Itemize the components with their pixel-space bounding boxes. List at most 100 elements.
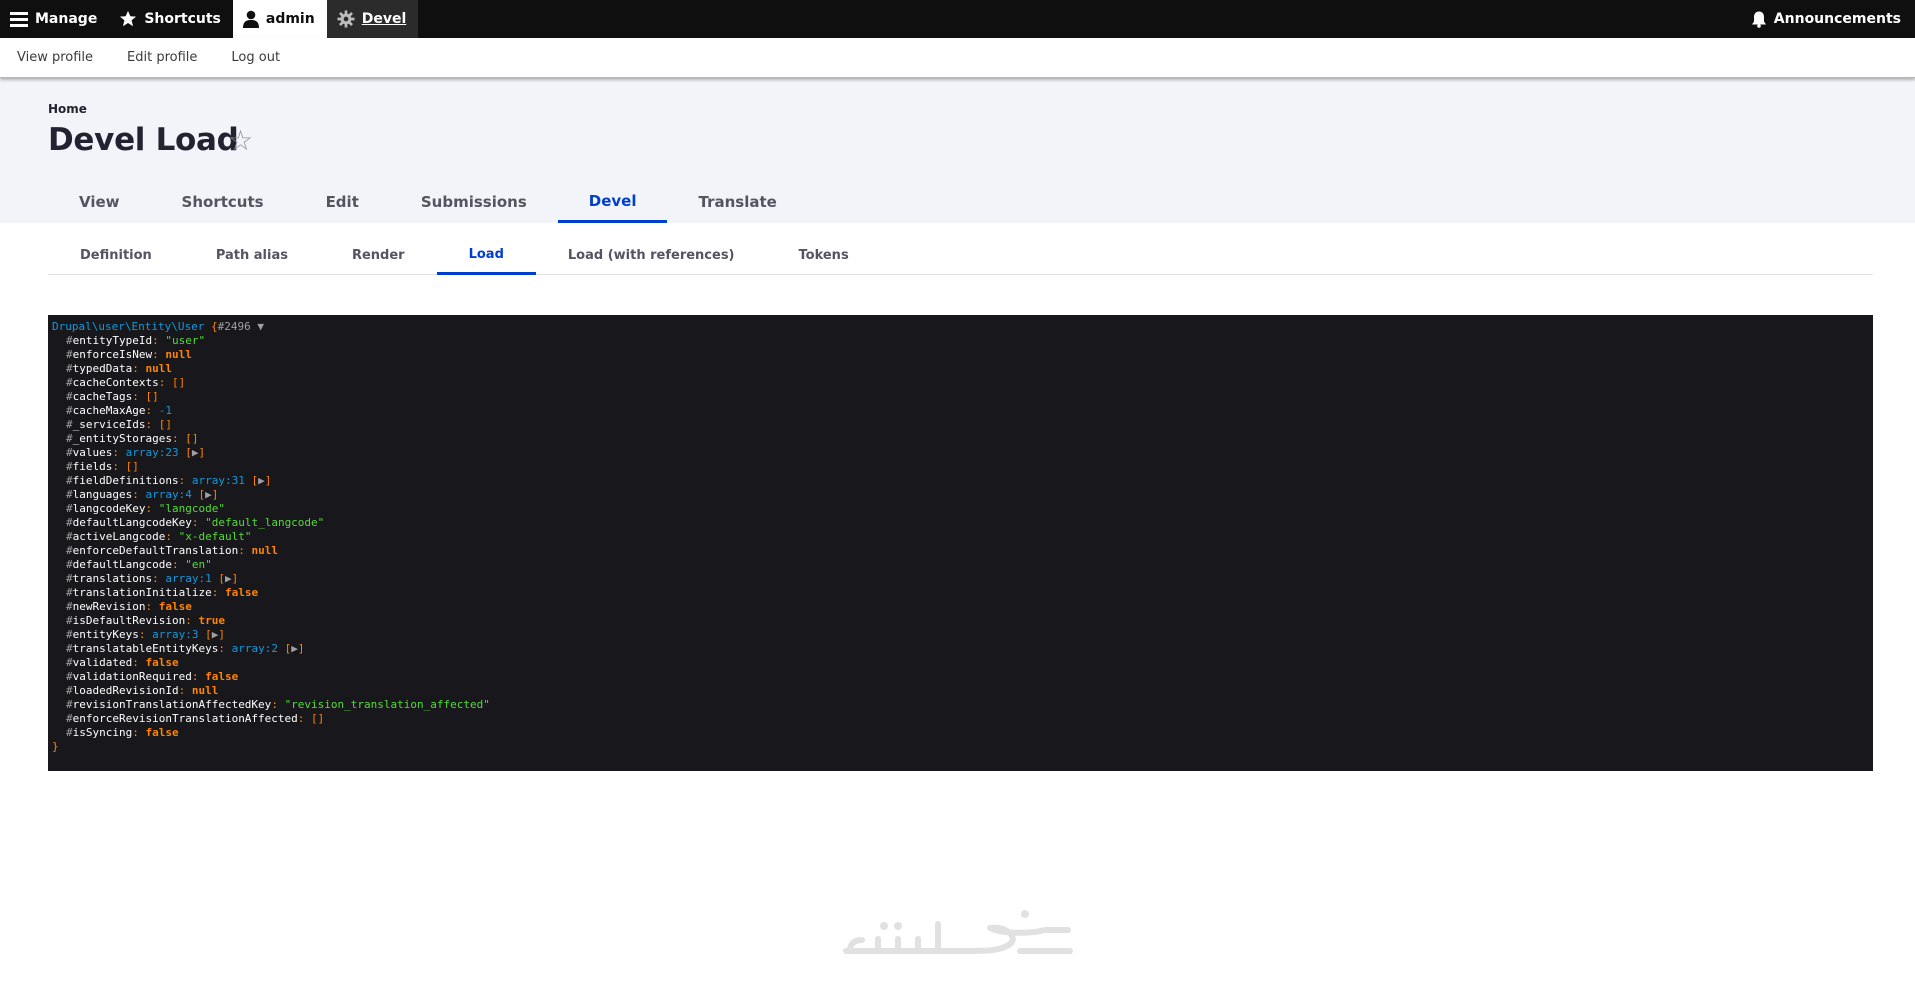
dump-property-value[interactable]: array:1: [165, 572, 211, 585]
dump-protected-marker: #: [66, 726, 73, 739]
dump-property-row: #translations: array:1 [▶]: [52, 572, 1869, 586]
dump-colon: :: [191, 516, 206, 529]
dump-property-key: entityTypeId: [72, 334, 153, 347]
subtab-render[interactable]: Render: [320, 236, 437, 275]
dump-property-key: validated: [72, 656, 133, 669]
dump-property-value[interactable]: array:2: [232, 642, 278, 655]
expand-toggle-icon[interactable]: [▶]: [218, 572, 238, 585]
dump-colon: :: [112, 446, 126, 459]
dump-property-value: false: [145, 656, 179, 669]
dump-property-value: []: [185, 432, 199, 445]
dump-property-value[interactable]: array:4: [145, 488, 191, 501]
dump-property-value: -1: [158, 404, 172, 417]
dump-property-value: []: [125, 460, 139, 473]
dump-property-value: "user": [165, 334, 206, 347]
toolbar-announcements[interactable]: Announcements: [1741, 0, 1915, 38]
dump-protected-marker: #: [66, 572, 73, 585]
dump-property-key: loadedRevisionId: [72, 684, 179, 697]
dump-property-key: newRevision: [72, 600, 146, 613]
log-out-link[interactable]: Log out: [231, 50, 280, 65]
dump-property-row: #isSyncing: false: [52, 726, 1869, 740]
dump-property-value: false: [205, 670, 239, 683]
dump-property-key: translatableEntityKeys: [72, 642, 219, 655]
shortcut-star-icon[interactable]: ☆: [228, 127, 253, 155]
subtab-load[interactable]: Load: [436, 236, 536, 275]
expand-toggle-icon[interactable]: [▶]: [251, 474, 271, 487]
subtab-path-alias[interactable]: Path alias: [184, 236, 320, 275]
expand-toggle-icon[interactable]: [▶]: [185, 446, 205, 459]
dump-property-row: #entityTypeId: "user": [52, 334, 1869, 348]
khamsat-watermark-logo: خمسات: [843, 910, 1073, 963]
subtab-load-with-references[interactable]: Load (with references): [536, 236, 767, 275]
var-dump-output: Drupal\user\Entity\User {#2496 ▼ #entity…: [48, 315, 1873, 771]
toolbar-user[interactable]: admin: [232, 0, 327, 38]
dump-protected-marker: #: [66, 698, 73, 711]
dump-colon: :: [132, 362, 146, 375]
dump-colon: :: [171, 432, 186, 445]
dump-property-key: defaultLangcodeKey: [72, 516, 192, 529]
dump-colon: :: [145, 404, 159, 417]
dump-colon: :: [132, 390, 146, 403]
toolbar-manage[interactable]: Manage: [0, 0, 109, 38]
dump-property-row: #fieldDefinitions: array:31 [▶]: [52, 474, 1869, 488]
dump-property-value: null: [165, 348, 192, 361]
dump-property-value: []: [311, 712, 325, 725]
toolbar-shortcuts-label: Shortcuts: [144, 11, 221, 27]
dump-property-row: #cacheContexts: []: [52, 376, 1869, 390]
dump-protected-marker: #: [66, 376, 73, 389]
dump-property-key: enforceIsNew: [72, 348, 153, 361]
dump-property-key: translationInitialize: [72, 586, 212, 599]
edit-profile-link[interactable]: Edit profile: [127, 50, 197, 65]
dump-property-key: _serviceIds: [72, 418, 146, 431]
dump-class-name[interactable]: Drupal\user\Entity\User: [52, 320, 204, 333]
dump-property-row: #langcodeKey: "langcode": [52, 502, 1869, 516]
dump-property-value[interactable]: array:31: [192, 474, 245, 487]
tab-translate[interactable]: Translate: [667, 181, 807, 223]
collapse-toggle-icon[interactable]: ▼: [257, 320, 264, 333]
dump-property-value[interactable]: array:23: [126, 446, 179, 459]
dump-protected-marker: #: [66, 712, 73, 725]
toolbar-shortcuts[interactable]: Shortcuts: [109, 0, 233, 38]
dump-colon: :: [191, 670, 206, 683]
toolbar-devel[interactable]: Devel: [326, 0, 419, 38]
expand-toggle-icon[interactable]: [▶]: [198, 488, 218, 501]
dump-property-row: #isDefaultRevision: true: [52, 614, 1869, 628]
dump-colon: :: [165, 530, 179, 543]
dump-property-value[interactable]: array:3: [152, 628, 198, 641]
subtab-definition[interactable]: Definition: [48, 236, 184, 275]
tab-submissions[interactable]: Submissions: [390, 181, 558, 223]
tab-view[interactable]: View: [48, 181, 151, 223]
dump-protected-marker: #: [66, 656, 73, 669]
dump-property-key: translations: [72, 572, 153, 585]
dump-property-row: #typedData: null: [52, 362, 1869, 376]
breadcrumb-home[interactable]: Home: [48, 102, 87, 116]
dump-property-row: #enforceRevisionTranslationAffected: []: [52, 712, 1869, 726]
dump-property-value: false: [145, 726, 179, 739]
expand-toggle-icon[interactable]: [▶]: [205, 628, 225, 641]
dump-colon: :: [132, 656, 146, 669]
dump-property-key: cacheMaxAge: [72, 404, 146, 417]
tab-shortcuts[interactable]: Shortcuts: [151, 181, 295, 223]
dump-protected-marker: #: [66, 460, 73, 473]
dump-colon: :: [178, 474, 192, 487]
dump-property-value: "langcode": [158, 502, 225, 515]
dump-property-key: fieldDefinitions: [72, 474, 179, 487]
bell-icon: [1751, 11, 1766, 28]
user-tray: View profile Edit profile Log out: [0, 38, 1915, 78]
dump-protected-marker: #: [66, 432, 73, 445]
dump-property-row: #_entityStorages: []: [52, 432, 1869, 446]
subtab-tokens[interactable]: Tokens: [767, 236, 881, 275]
dump-protected-marker: #: [66, 390, 73, 403]
dump-property-key: isDefaultRevision: [72, 614, 186, 627]
dump-protected-marker: #: [66, 502, 73, 515]
tab-edit[interactable]: Edit: [295, 181, 390, 223]
dump-protected-marker: #: [66, 348, 73, 361]
expand-toggle-icon[interactable]: [▶]: [285, 642, 305, 655]
dump-colon: :: [171, 558, 186, 571]
view-profile-link[interactable]: View profile: [17, 50, 93, 65]
star-icon: [120, 10, 137, 27]
tab-devel[interactable]: Devel: [557, 181, 668, 223]
dump-property-row: #enforceIsNew: null: [52, 348, 1869, 362]
dump-property-key: languages: [72, 488, 133, 501]
dump-property-key: typedData: [72, 362, 133, 375]
